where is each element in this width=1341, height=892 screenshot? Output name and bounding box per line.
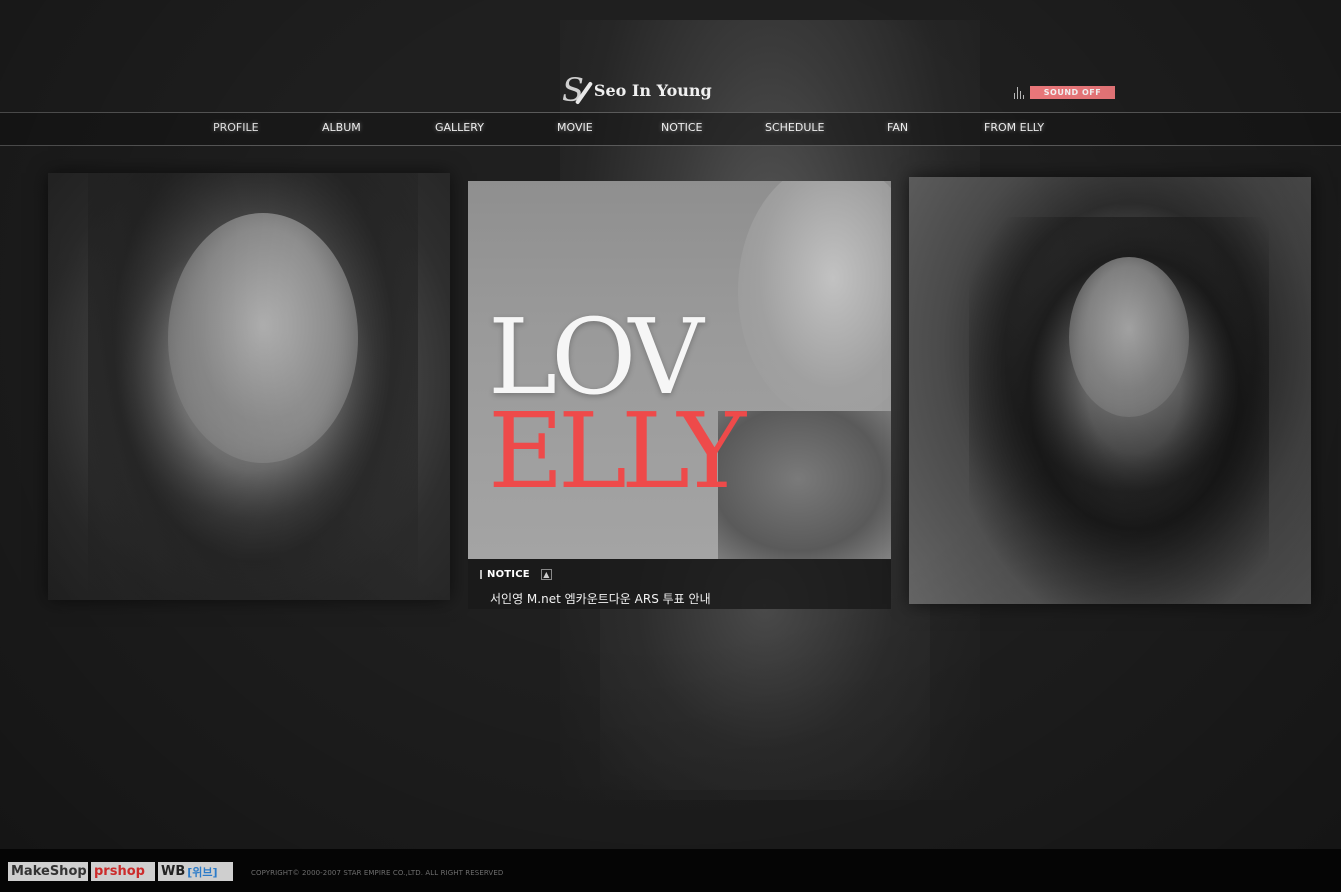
sound-off-button[interactable]: SOUND OFF [1030, 86, 1115, 99]
prshop-badge[interactable]: prshop [91, 862, 155, 881]
equalizer-icon [1014, 86, 1024, 99]
nav-item-movie[interactable]: MOVIE [557, 121, 593, 134]
wb-badge-main: WB [161, 864, 186, 879]
main-nav: PROFILE ALBUM GALLERY MOVIE NOTICE SCHED… [0, 112, 1341, 146]
notice-header: NOTICE ▲ [480, 569, 552, 580]
notice-bullet [480, 570, 482, 579]
nav-item-profile[interactable]: PROFILE [213, 121, 259, 134]
logo-text: Seo In Young [593, 80, 712, 100]
notice-item-link[interactable]: 서인영 M.net 엠카운트다운 ARS 투표 안내 [490, 590, 711, 607]
photo-left[interactable] [48, 173, 450, 600]
nav-item-gallery[interactable]: GALLERY [435, 121, 484, 134]
footer: MakeShop prshop WB [위브] [0, 849, 1341, 892]
nav-item-album[interactable]: ALBUM [322, 121, 361, 134]
wb-badge-sub: [위브] [187, 865, 218, 879]
notice-label: NOTICE [487, 569, 530, 580]
feature-banner[interactable]: LOV ELLY [468, 181, 891, 559]
photo-right[interactable] [909, 177, 1311, 604]
arrow-up-icon[interactable]: ▲ [540, 569, 552, 580]
nav-item-schedule[interactable]: SCHEDULE [765, 121, 825, 134]
nav-item-fan[interactable]: FAN [887, 121, 908, 134]
logo-monogram: S [562, 74, 594, 106]
notice-panel: NOTICE ▲ 서인영 M.net 엠카운트다운 ARS 투표 안내 [468, 559, 891, 609]
makeshop-badge[interactable]: MakeShop [8, 862, 88, 881]
feature-title-elly: ELLY [488, 390, 746, 512]
sound-control: SOUND OFF [1014, 86, 1115, 99]
nav-item-notice[interactable]: NOTICE [661, 121, 702, 134]
copyright-text: COPYRIGHT© 2000-2007 STAR EMPIRE CO.,LTD… [251, 869, 504, 877]
site-logo[interactable]: S Seo In Young [562, 72, 712, 108]
wb-badge[interactable]: WB [위브] [158, 862, 233, 881]
nav-item-from-elly[interactable]: FROM ELLY [984, 121, 1044, 134]
